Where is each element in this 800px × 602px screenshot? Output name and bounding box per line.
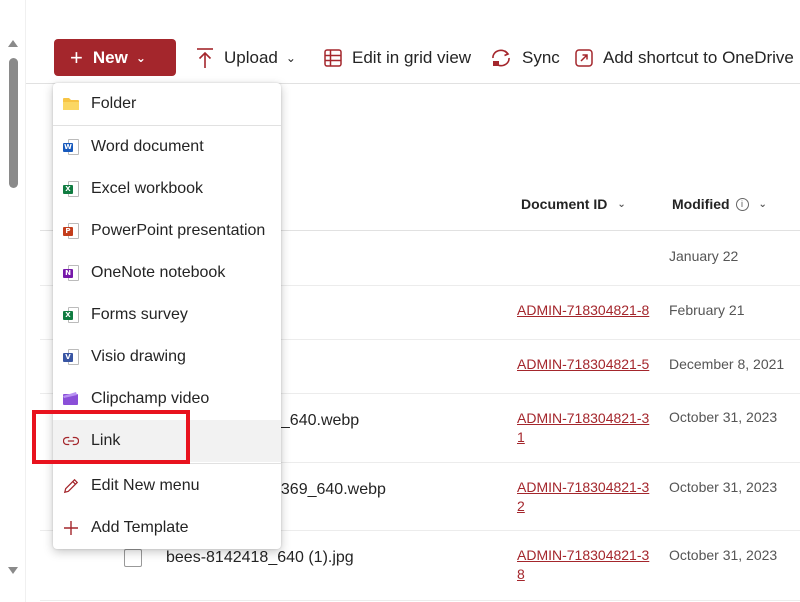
- shortcut-icon: [575, 49, 593, 67]
- menu-item-label: Clipchamp video: [91, 390, 210, 407]
- document-id-link[interactable]: ADMIN-718304821-38: [517, 546, 652, 584]
- menu-item-label: Forms survey: [91, 306, 188, 323]
- menu-item-label: Edit New menu: [91, 477, 200, 494]
- upload-icon: [197, 48, 213, 68]
- menu-item-label: Excel workbook: [91, 180, 204, 197]
- plus-icon: +: [70, 44, 83, 70]
- new-button[interactable]: + New ⌄: [54, 39, 176, 76]
- chevron-down-icon: ⌄: [135, 50, 146, 65]
- menu-item-label: OneNote notebook: [91, 264, 226, 281]
- menu-item-folder[interactable]: Folder: [53, 83, 281, 125]
- info-icon[interactable]: i: [735, 197, 749, 211]
- menu-item-word[interactable]: W Word document: [53, 126, 281, 168]
- onenote-icon: N: [63, 265, 79, 281]
- file-name[interactable]: bees-8142418_640 (1).jpg: [166, 549, 354, 567]
- command-bar: + New ⌄ Upload ⌄ Edit in grid view Sync …: [26, 0, 800, 84]
- chevron-down-icon: ⌄: [758, 198, 767, 210]
- forms-icon: X: [63, 307, 79, 323]
- powerpoint-icon: P: [63, 223, 79, 239]
- menu-item-add-template[interactable]: Add Template: [53, 507, 281, 549]
- excel-icon: X: [63, 181, 79, 197]
- pencil-icon: [63, 478, 79, 494]
- plus-icon: [63, 520, 79, 536]
- add-shortcut-button[interactable]: Add shortcut to OneDrive: [575, 44, 794, 72]
- modified-date: October 31, 2023: [669, 409, 778, 425]
- document-id-header-label: Document ID: [521, 196, 608, 212]
- upload-button[interactable]: Upload ⌄: [196, 44, 296, 72]
- column-header-document-id[interactable]: Document ID ⌄: [521, 196, 626, 212]
- document-id-link[interactable]: ADMIN-718304821-5: [517, 355, 652, 374]
- image-file-icon: [124, 549, 142, 567]
- modified-date: October 31, 2023: [669, 547, 778, 563]
- modified-date: December 8, 2021: [669, 356, 785, 372]
- new-button-label: New: [92, 47, 128, 67]
- file-name[interactable]: 7369_640.webp: [272, 481, 386, 499]
- menu-divider: [53, 463, 281, 464]
- menu-item-clipchamp[interactable]: Clipchamp video: [53, 378, 281, 420]
- menu-item-label: PowerPoint presentation: [91, 222, 266, 239]
- file-name[interactable]: 4_640.webp: [272, 412, 359, 430]
- sync-label: Sync: [522, 48, 560, 67]
- modified-header-label: Modified: [672, 196, 730, 212]
- menu-item-excel[interactable]: X Excel workbook: [53, 168, 281, 210]
- folder-icon: [63, 96, 79, 112]
- chevron-down-icon: ⌄: [617, 198, 626, 210]
- scroll-up-arrow-icon[interactable]: [8, 40, 18, 47]
- menu-item-label: Add Template: [91, 519, 189, 536]
- menu-item-forms[interactable]: X Forms survey: [53, 294, 281, 336]
- modified-date: January 22: [669, 248, 739, 264]
- scrollbar-thumb[interactable]: [9, 58, 18, 188]
- edit-grid-label: Edit in grid view: [352, 48, 472, 67]
- menu-item-onenote[interactable]: N OneNote notebook: [53, 252, 281, 294]
- clipchamp-icon: [63, 391, 79, 407]
- menu-item-label: Word document: [91, 138, 204, 155]
- menu-item-label: Folder: [91, 95, 137, 112]
- menu-item-label: Visio drawing: [91, 348, 186, 365]
- modified-date: February 21: [669, 302, 745, 318]
- menu-item-edit-new-menu[interactable]: Edit New menu: [53, 465, 281, 507]
- document-id-link[interactable]: ADMIN-718304821-32: [517, 478, 652, 516]
- document-id-link[interactable]: ADMIN-718304821-31: [517, 409, 652, 447]
- visio-icon: V: [63, 349, 79, 365]
- scroll-down-arrow-icon[interactable]: [8, 567, 18, 574]
- menu-item-link[interactable]: Link: [53, 420, 281, 462]
- modified-date: October 31, 2023: [669, 479, 778, 495]
- grid-icon: [324, 49, 342, 67]
- chevron-down-icon: ⌄: [285, 51, 296, 65]
- document-id-link[interactable]: ADMIN-718304821-8: [517, 301, 652, 320]
- vertical-scrollbar[interactable]: [0, 0, 26, 602]
- column-header-modified[interactable]: Modified i ⌄: [672, 196, 767, 212]
- sync-button[interactable]: Sync: [490, 44, 560, 72]
- add-shortcut-label: Add shortcut to OneDrive: [603, 48, 794, 67]
- menu-item-powerpoint[interactable]: P PowerPoint presentation: [53, 210, 281, 252]
- link-icon: [63, 433, 79, 449]
- word-icon: W: [63, 139, 79, 155]
- upload-label: Upload: [224, 48, 278, 67]
- menu-item-visio[interactable]: V Visio drawing: [53, 336, 281, 378]
- menu-item-label: Link: [91, 432, 121, 449]
- edit-in-grid-view-button[interactable]: Edit in grid view: [324, 44, 471, 72]
- sync-icon: [492, 49, 510, 67]
- new-dropdown-menu: Folder W Word document X Excel workbook …: [53, 83, 281, 549]
